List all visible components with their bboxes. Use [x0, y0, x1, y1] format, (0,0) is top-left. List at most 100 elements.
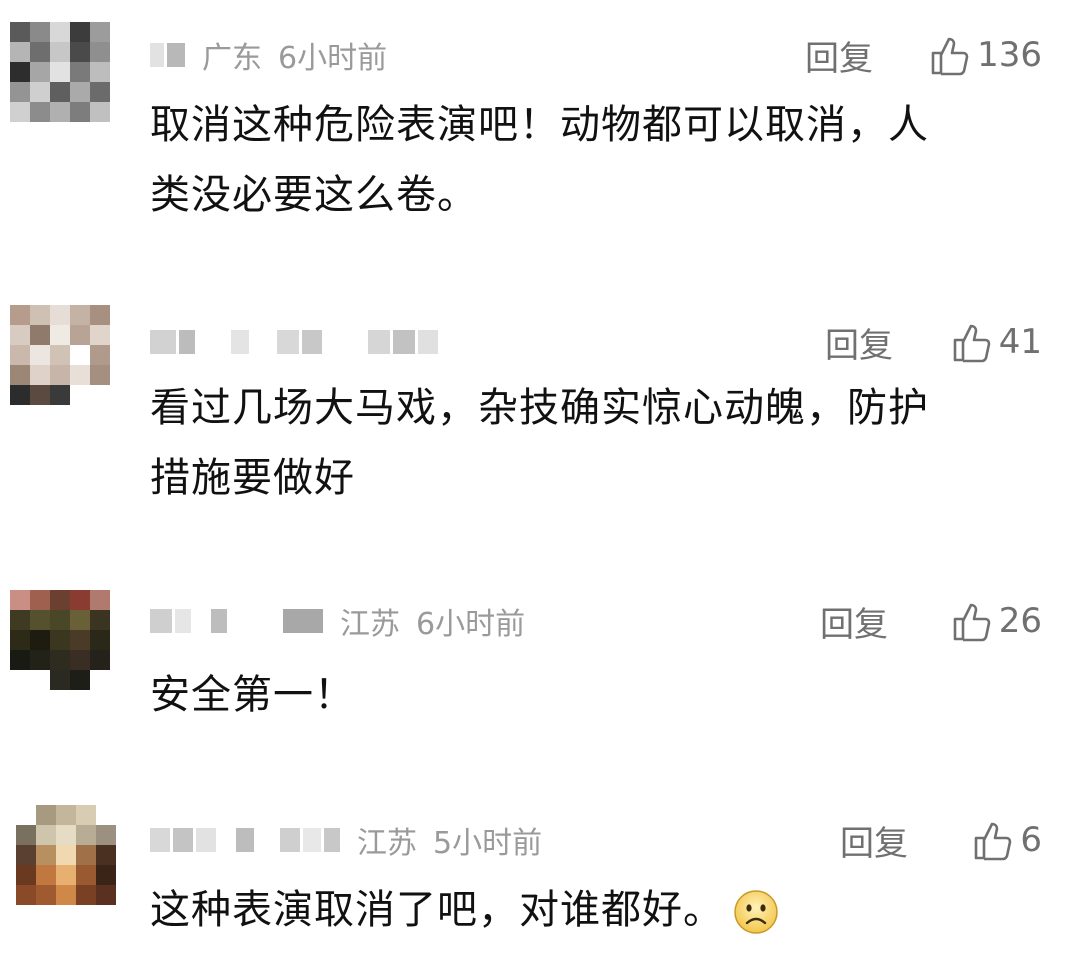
avatar[interactable] [10, 305, 110, 405]
avatar-pixel [10, 42, 30, 62]
avatar-pixel [30, 385, 50, 405]
avatar-pixel [90, 630, 110, 650]
avatar-pixel [10, 305, 30, 325]
like-count: 41 [998, 322, 1042, 362]
avatar-pixel [50, 610, 70, 630]
avatar-pixel [90, 22, 110, 42]
avatar-pixel [30, 22, 50, 42]
avatar-pixel [56, 865, 76, 885]
like-button[interactable]: 136 [927, 30, 1042, 80]
avatar-pixel [50, 62, 70, 82]
avatar-pixel [90, 650, 110, 670]
like-count: 6 [1020, 820, 1042, 860]
avatar-pixel [76, 845, 96, 865]
like-button[interactable]: 26 [949, 596, 1042, 646]
avatar-pixel [70, 610, 90, 630]
reply-button[interactable]: 回复 [840, 815, 908, 865]
avatar-pixel [70, 22, 90, 42]
avatar[interactable] [10, 22, 110, 122]
avatar-pixel [56, 805, 76, 825]
blurred-username[interactable] [150, 828, 343, 852]
location-label: 江苏 [357, 826, 417, 861]
avatar[interactable] [10, 590, 110, 690]
comment-text-content: 这种表演取消了吧，对谁都好。 [150, 887, 724, 933]
avatar-pixel [50, 22, 70, 42]
avatar-pixel [50, 42, 70, 62]
avatar-pixel [96, 845, 116, 865]
avatar-pixel [16, 845, 36, 865]
comment-text-line: 类没必要这么卷。 [150, 172, 478, 218]
avatar-pixel [50, 345, 70, 365]
comment-meta: 广东 6小时前 [150, 30, 403, 80]
avatar-pixel [70, 102, 90, 122]
avatar-pixel [76, 885, 96, 905]
avatar-pixel [70, 630, 90, 650]
frowning-face-emoji [734, 890, 778, 934]
avatar-pixel [10, 345, 30, 365]
avatar-pixel [96, 805, 116, 825]
avatar-pixel [36, 825, 56, 845]
comment-meta: 江苏 5小时前 [150, 815, 558, 865]
avatar-pixel [90, 610, 110, 630]
avatar-pixel [90, 345, 110, 365]
avatar-pixel [50, 670, 70, 690]
avatar-pixel [56, 845, 76, 865]
avatar-pixel [70, 325, 90, 345]
comment-meta [150, 317, 455, 367]
avatar-pixel [90, 590, 110, 610]
avatar-pixel [56, 885, 76, 905]
avatar[interactable] [16, 805, 116, 905]
avatar-pixel [30, 42, 50, 62]
avatar-pixel [10, 102, 30, 122]
like-button[interactable]: 41 [949, 317, 1042, 367]
reply-button[interactable]: 回复 [825, 317, 893, 367]
avatar-pixel [10, 22, 30, 42]
avatar-pixel [36, 885, 56, 905]
avatar-pixel [10, 385, 30, 405]
avatar-pixel [50, 630, 70, 650]
avatar-pixel [30, 305, 50, 325]
avatar-pixel [90, 305, 110, 325]
comment-text-line: 安全第一！ [150, 672, 355, 718]
avatar-pixel [90, 385, 110, 405]
avatar-pixel [16, 865, 36, 885]
avatar-pixel [90, 82, 110, 102]
blurred-username[interactable] [150, 609, 326, 633]
comment-text-line: 这种表演取消了吧，对谁都好。 [150, 875, 1030, 945]
avatar-pixel [70, 42, 90, 62]
location-label: 广东 [202, 41, 262, 76]
avatar-pixel [50, 325, 70, 345]
avatar-pixel [16, 885, 36, 905]
avatar-pixel [36, 865, 56, 885]
avatar-pixel [96, 885, 116, 905]
timestamp: 6小时前 [416, 607, 526, 642]
avatar-pixel [70, 62, 90, 82]
like-count: 26 [998, 601, 1042, 641]
blurred-username[interactable] [150, 43, 188, 67]
comment-text: 安全第一！ [150, 660, 1030, 730]
avatar-pixel [50, 365, 70, 385]
avatar-pixel [30, 345, 50, 365]
timestamp: 6小时前 [278, 41, 388, 76]
thumbs-up-icon [953, 324, 991, 363]
comment-text: 取消这种危险表演吧！动物都可以取消，人 类没必要这么卷。 [150, 90, 1030, 230]
thumbs-up-icon [953, 603, 991, 642]
avatar-pixel [10, 650, 30, 670]
avatar-pixel [76, 805, 96, 825]
blurred-username[interactable] [150, 330, 441, 354]
avatar-pixel [30, 630, 50, 650]
avatar-pixel [70, 305, 90, 325]
avatar-pixel [10, 610, 30, 630]
like-button[interactable]: 6 [970, 815, 1042, 865]
avatar-pixel [36, 845, 56, 865]
avatar-pixel [76, 865, 96, 885]
avatar-pixel [90, 62, 110, 82]
reply-button[interactable]: 回复 [805, 30, 873, 80]
avatar-pixel [70, 650, 90, 670]
comment-text: 看过几场大马戏，杂技确实惊心动魄，防护 措施要做好 [150, 373, 1030, 513]
avatar-pixel [70, 385, 90, 405]
avatar-pixel [30, 325, 50, 345]
reply-button[interactable]: 回复 [820, 596, 888, 646]
avatar-pixel [10, 365, 30, 385]
thumbs-up-icon [931, 37, 969, 76]
